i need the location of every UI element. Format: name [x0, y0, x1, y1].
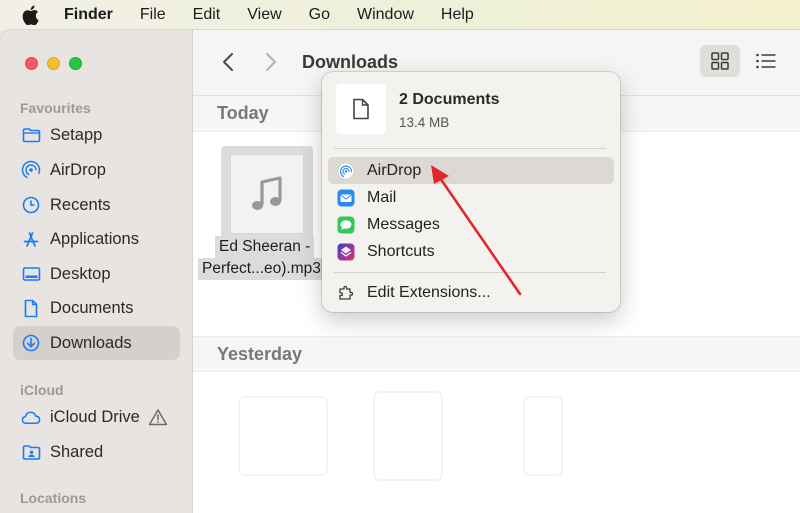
- sidebar-item-recents[interactable]: Recents: [13, 188, 180, 222]
- sidebar-item-label: Downloads: [50, 333, 132, 352]
- share-title: 2 Documents: [399, 91, 500, 108]
- share-item-label: Messages: [367, 215, 440, 233]
- share-item-label: Mail: [367, 188, 397, 206]
- sidebar-section-favourites: Favourites: [20, 100, 91, 116]
- menu-bar: Finder File Edit View Go Window Help: [0, 0, 800, 30]
- share-size: 13.4 MB: [399, 115, 450, 130]
- group-header-yesterday: Yesterday: [193, 336, 800, 372]
- extensions-icon: [337, 284, 355, 302]
- file-name-line2: Perfect...eo).mp3: [198, 258, 325, 280]
- forward-button[interactable]: [261, 50, 281, 74]
- chevron-left-icon: [223, 53, 233, 71]
- sidebar-item-airdrop[interactable]: AirDrop: [13, 153, 180, 187]
- sidebar-item-label: AirDrop: [50, 160, 106, 179]
- edit-extensions-item[interactable]: Edit Extensions...: [328, 279, 614, 306]
- share-item-airdrop[interactable]: AirDrop: [328, 157, 614, 184]
- menu-file[interactable]: File: [140, 6, 166, 24]
- share-item-label: Edit Extensions...: [367, 283, 491, 301]
- sidebar-item-label: Shared: [50, 442, 104, 461]
- sidebar-item-downloads[interactable]: Downloads: [13, 326, 180, 360]
- apple-icon[interactable]: [22, 5, 40, 25]
- sidebar-item-shared[interactable]: Shared: [13, 435, 180, 469]
- cloud-icon: [21, 407, 41, 427]
- document-icon: [21, 298, 41, 318]
- zoom-button[interactable]: [69, 57, 82, 70]
- back-button[interactable]: [218, 50, 238, 74]
- minimize-button[interactable]: [47, 57, 60, 70]
- menu-window[interactable]: Window: [357, 6, 414, 24]
- share-item-shortcuts[interactable]: Shortcuts: [328, 238, 614, 265]
- sidebar-section-locations: Locations: [20, 490, 87, 506]
- share-item-label: Shortcuts: [367, 242, 435, 260]
- mail-icon: [337, 189, 355, 207]
- sidebar-item-label: iCloud Drive: [50, 407, 140, 426]
- share-item-messages[interactable]: Messages: [328, 211, 614, 238]
- menu-go[interactable]: Go: [309, 6, 330, 24]
- window-title: Downloads: [302, 52, 399, 72]
- grid-icon: [711, 52, 729, 70]
- sidebar-item-label: Recents: [50, 195, 111, 214]
- icon-view-button[interactable]: [700, 45, 740, 77]
- file-name-line1: Ed Sheeran -: [215, 236, 315, 258]
- folder-icon: [21, 125, 41, 145]
- faded-file-placeholder: [373, 391, 443, 481]
- sidebar-item-documents[interactable]: Documents: [13, 291, 180, 325]
- document-icon: [353, 98, 369, 120]
- download-icon: [21, 333, 41, 353]
- divider: [334, 148, 606, 149]
- faded-file-placeholder: [238, 396, 328, 476]
- sidebar-item-label: Applications: [50, 229, 139, 248]
- chevron-right-icon: [266, 53, 276, 71]
- desktop-icon: [21, 264, 41, 284]
- documents-thumbnail: [336, 84, 386, 134]
- sidebar-item-label: Documents: [50, 298, 134, 317]
- sidebar-item-icloud-drive[interactable]: iCloud Drive: [13, 400, 180, 434]
- applications-icon: [21, 229, 41, 249]
- close-button[interactable]: [25, 57, 38, 70]
- menu-view[interactable]: View: [247, 6, 281, 24]
- sidebar-section-icloud: iCloud: [20, 382, 64, 398]
- menu-finder[interactable]: Finder: [64, 6, 113, 24]
- sidebar-item-label: Setapp: [50, 125, 103, 144]
- sidebar-item-setapp[interactable]: Setapp: [13, 118, 180, 152]
- sidebar-item-desktop[interactable]: Desktop: [13, 257, 180, 291]
- shortcuts-icon: [337, 243, 355, 261]
- faded-file-placeholder: [523, 396, 563, 476]
- menu-help[interactable]: Help: [441, 6, 474, 24]
- share-item-label: AirDrop: [367, 161, 422, 179]
- list-icon: [756, 53, 776, 69]
- sidebar-item-applications[interactable]: Applications: [13, 222, 180, 256]
- clock-icon: [21, 195, 41, 215]
- share-menu: 2 Documents 13.4 MB AirDrop Mail Message…: [322, 72, 620, 312]
- airdrop-icon: [21, 160, 41, 180]
- music-note-icon: [252, 176, 282, 210]
- share-item-mail[interactable]: Mail: [328, 184, 614, 211]
- warning-icon: [148, 408, 168, 426]
- shared-folder-icon: [21, 442, 41, 462]
- file-item-selected[interactable]: [221, 146, 313, 240]
- sidebar: Favourites Setapp AirDrop Recents Applic…: [0, 30, 193, 513]
- divider: [334, 272, 606, 273]
- airdrop-icon: [337, 162, 355, 180]
- sidebar-item-label: Desktop: [50, 264, 111, 283]
- audio-file-icon: [230, 154, 304, 234]
- window-controls: [25, 57, 82, 70]
- list-view-button[interactable]: [746, 45, 786, 77]
- menu-edit[interactable]: Edit: [193, 6, 221, 24]
- messages-icon: [337, 216, 355, 234]
